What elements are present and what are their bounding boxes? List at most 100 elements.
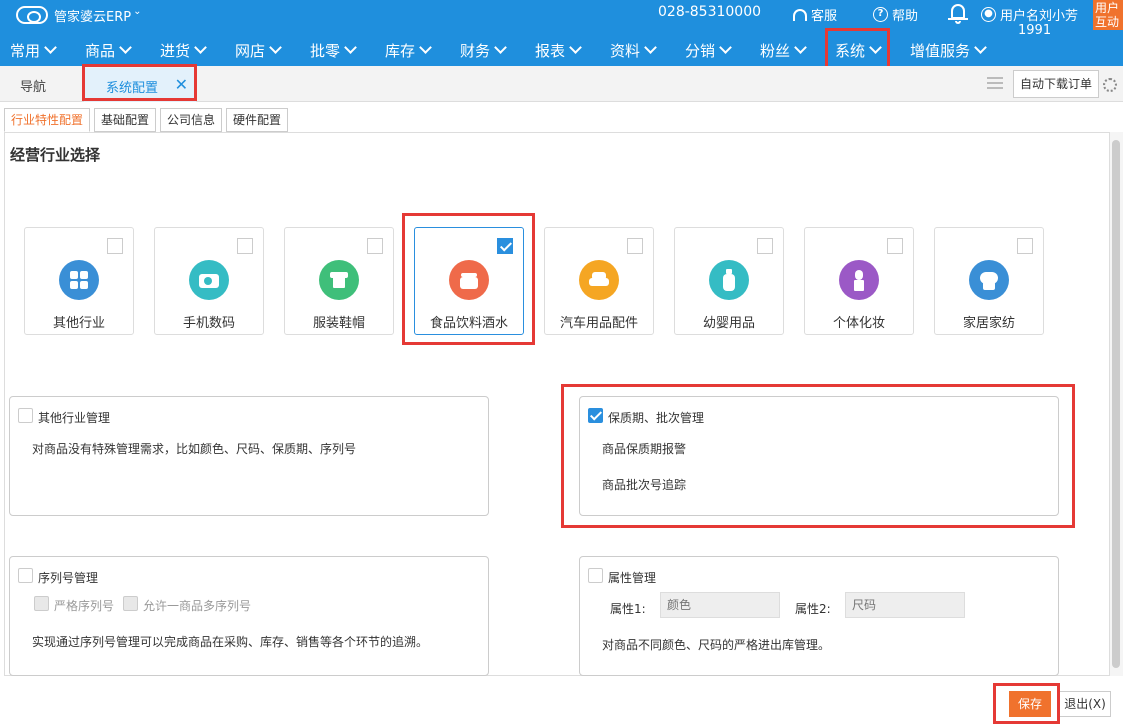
panel-desc: 对商品不同颜色、尺码的严格进出库管理。 — [602, 638, 831, 652]
exit-button[interactable]: 退出(X) — [1059, 691, 1111, 717]
scrollbar[interactable] — [1110, 132, 1123, 676]
industry-checkbox[interactable] — [887, 238, 903, 254]
industry-checkbox[interactable] — [757, 238, 773, 254]
industry-checkbox[interactable] — [627, 238, 643, 254]
panel-title: 属性管理 — [608, 571, 657, 585]
grid-icon — [59, 260, 99, 300]
nav-item-data[interactable]: 资料 — [610, 36, 657, 64]
attr2-label: 属性2: — [795, 602, 831, 616]
industry-label: 服装鞋帽 — [312, 316, 365, 331]
chevron-down-icon — [644, 41, 657, 54]
attr1-input[interactable] — [660, 592, 780, 618]
panel-desc: 对商品没有特殊管理需求，比如颜色、尺码、保质期、序列号 — [32, 442, 357, 456]
attr1-label: 属性1: — [610, 602, 646, 616]
highlight-box-save — [993, 683, 1060, 724]
industry-card[interactable]: 汽车用品配件 — [544, 227, 654, 335]
industry-label: 汽车用品配件 — [559, 316, 638, 331]
user-id: 1991 — [1018, 23, 1052, 38]
top-bar: 管家婆云ERP ⌄ 028-85310000 客服 ? 帮助 ● 用户名刘小芳 … — [0, 0, 1123, 66]
username: 用户名刘小芳 — [1000, 9, 1079, 24]
bell-icon[interactable] — [948, 2, 968, 24]
headset-icon — [793, 8, 807, 21]
support-label: 客服 — [811, 9, 838, 24]
list-icon[interactable] — [987, 77, 1003, 89]
industry-card[interactable]: 服装鞋帽 — [284, 227, 394, 335]
highlight-box-shelf-life — [561, 384, 1075, 528]
config-subtabs: 行业特性配置 基础配置 公司信息 硬件配置 — [4, 108, 289, 132]
subtab-industry[interactable]: 行业特性配置 — [4, 108, 91, 132]
chevron-down-icon — [974, 41, 987, 54]
industry-label: 手机数码 — [182, 316, 235, 331]
industry-card[interactable]: 其他行业 — [24, 227, 134, 335]
checkbox-serial-number[interactable] — [18, 568, 33, 583]
multi-serial-label: 允许一商品多序列号 — [143, 599, 252, 613]
industry-card[interactable]: 个体化妆 — [804, 227, 914, 335]
nav-item-eshop[interactable]: 网店 — [235, 36, 282, 64]
section-title: 经营行业选择 — [10, 146, 101, 164]
strict-serial-label: 严格序列号 — [54, 599, 115, 613]
industry-label: 个体化妆 — [832, 316, 885, 331]
nav-item-distribution[interactable]: 分销 — [685, 36, 732, 64]
nav-item-value-added[interactable]: 增值服务 — [910, 36, 987, 64]
industry-label: 幼婴用品 — [702, 316, 755, 331]
shirt-icon — [319, 260, 359, 300]
subtab-company[interactable]: 公司信息 — [160, 108, 223, 132]
chevron-down-icon — [269, 41, 282, 54]
chevron-down-icon — [119, 41, 132, 54]
industry-card[interactable]: 手机数码 — [154, 227, 264, 335]
industry-checkbox[interactable] — [237, 238, 253, 254]
industry-card[interactable]: 家居家纺 — [934, 227, 1044, 335]
logo[interactable]: 管家婆云ERP ⌄ — [16, 4, 141, 26]
lipstick-icon — [839, 260, 879, 300]
subtab-hardware[interactable]: 硬件配置 — [226, 108, 289, 132]
nav-item-wholesale[interactable]: 批零 — [310, 36, 357, 64]
auto-download-orders-button[interactable]: 自动下载订单 — [1013, 70, 1099, 98]
chevron-down-icon — [44, 41, 57, 54]
phone-number: 028-85310000 — [658, 4, 762, 20]
nav-item-product[interactable]: 商品 — [85, 36, 132, 64]
user-interact-badge[interactable]: 用户互动 — [1093, 0, 1123, 30]
panel-title: 序列号管理 — [38, 571, 99, 585]
support-button[interactable]: 客服 — [793, 5, 837, 24]
bottle-icon — [709, 260, 749, 300]
chevron-down-icon — [344, 41, 357, 54]
checkbox-attribute[interactable] — [588, 568, 603, 583]
highlight-box-system-menu — [825, 28, 890, 71]
industry-checkbox[interactable] — [1017, 238, 1033, 254]
industry-checkbox[interactable] — [367, 238, 383, 254]
nav-item-finance[interactable]: 财务 — [460, 36, 507, 64]
camera-icon — [189, 260, 229, 300]
cloud-logo-icon — [16, 6, 48, 24]
chevron-down-icon: ⌄ — [133, 5, 142, 17]
logo-text: 管家婆云ERP — [54, 9, 132, 25]
user-icon: ● — [981, 7, 996, 22]
tab-navigation[interactable]: 导航 — [20, 76, 46, 95]
user-menu[interactable]: ● 用户名刘小芳 — [981, 5, 1078, 24]
nav-item-purchase[interactable]: 进货 — [160, 36, 207, 64]
car-icon — [579, 260, 619, 300]
industry-label: 家居家纺 — [962, 316, 1015, 331]
checkbox-multi-serial[interactable] — [123, 596, 138, 611]
highlight-box-tab — [82, 64, 197, 101]
industry-checkbox[interactable] — [107, 238, 123, 254]
checkbox-other-industry[interactable] — [18, 408, 33, 423]
panel-other-industry: 其他行业管理 对商品没有特殊管理需求，比如颜色、尺码、保质期、序列号 — [9, 396, 489, 516]
scrollbar-thumb[interactable] — [1112, 140, 1120, 668]
industry-card[interactable]: 幼婴用品 — [674, 227, 784, 335]
nav-item-reports[interactable]: 报表 — [535, 36, 582, 64]
nav-item-common[interactable]: 常用 — [10, 36, 57, 64]
chevron-down-icon — [494, 41, 507, 54]
industry-label: 其他行业 — [52, 316, 105, 331]
nav-item-fans[interactable]: 粉丝 — [760, 36, 807, 64]
checkbox-strict-serial[interactable] — [34, 596, 49, 611]
chevron-down-icon — [719, 41, 732, 54]
attr2-input[interactable] — [845, 592, 965, 618]
chevron-down-icon — [794, 41, 807, 54]
panel-attribute: 属性管理 属性1: 属性2: 对商品不同颜色、尺码的严格进出库管理。 — [579, 556, 1059, 676]
panel-serial-number: 序列号管理 严格序列号 允许一商品多序列号 实现通过序列号管理可以完成商品在采购… — [9, 556, 489, 676]
gear-icon[interactable] — [1103, 78, 1117, 92]
nav-item-inventory[interactable]: 库存 — [385, 36, 432, 64]
help-label: 帮助 — [892, 9, 919, 24]
subtab-basic[interactable]: 基础配置 — [94, 108, 157, 132]
help-button[interactable]: ? 帮助 — [873, 5, 918, 24]
